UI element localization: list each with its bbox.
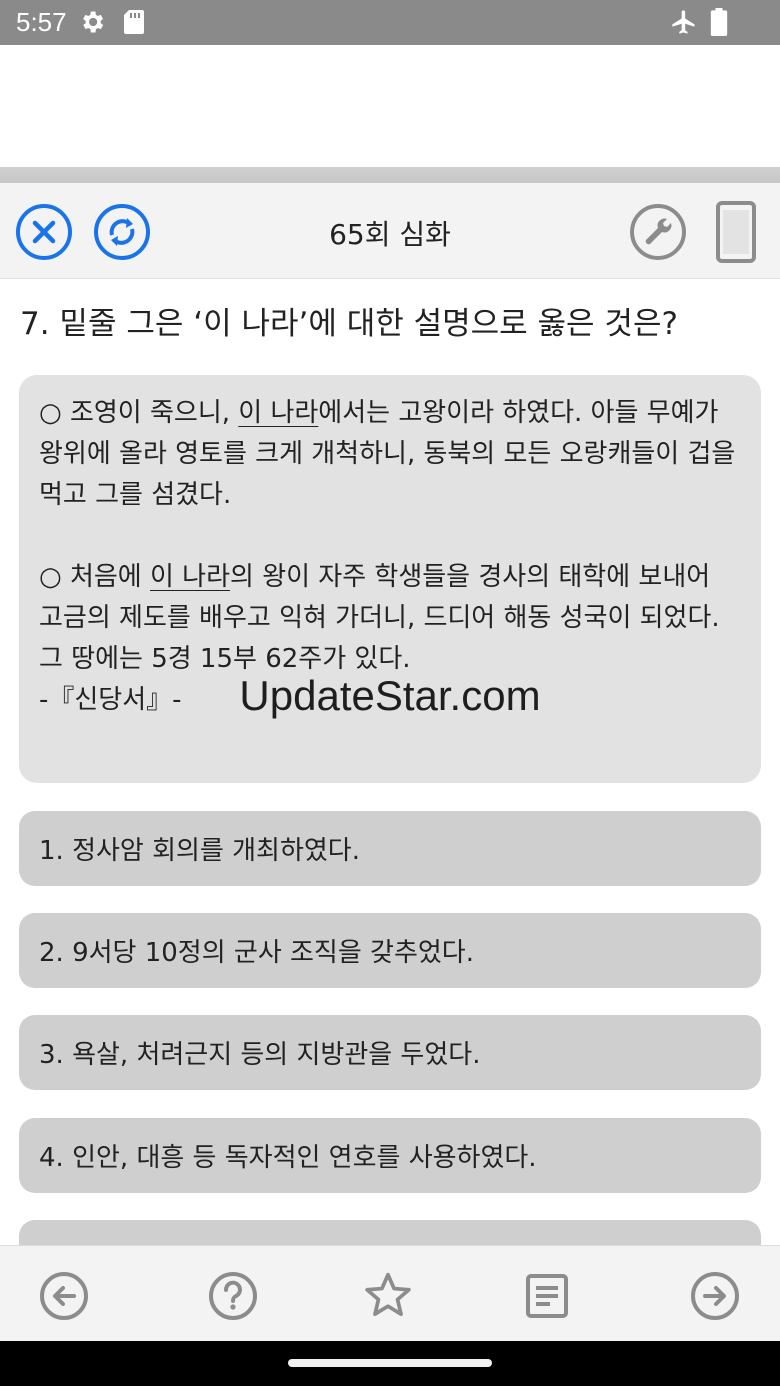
- close-button[interactable]: [15, 203, 73, 261]
- notes-icon: [526, 1274, 568, 1318]
- passage-source: -『신당서』-: [39, 685, 182, 715]
- divider-band: [0, 167, 780, 183]
- previous-button[interactable]: [38, 1270, 90, 1322]
- notes-button[interactable]: [521, 1270, 573, 1322]
- answer-option-3[interactable]: 3. 욕살, 처려근지 등의 지방관을 두었다.: [19, 1015, 761, 1090]
- passage-paragraph-2: ○ 처음에 이 나라의 왕이 자주 학생들을 경사의 태학에 보내어 고금의 제…: [39, 557, 741, 680]
- option-label: 1. 정사암 회의를 개최하였다.: [39, 836, 360, 866]
- phone-icon: [716, 201, 756, 263]
- battery-icon: [708, 8, 730, 40]
- status-bar: 5:57: [0, 0, 780, 45]
- underlined-phrase: 이 나라: [149, 562, 231, 592]
- refresh-button[interactable]: [93, 203, 151, 261]
- answer-option-2[interactable]: 2. 9서당 10정의 군사 조직을 갖추었다.: [19, 913, 761, 988]
- screen-orientation-button[interactable]: [707, 201, 765, 263]
- home-indicator[interactable]: [288, 1359, 492, 1367]
- blank-header-area: [0, 45, 780, 167]
- status-time: 5:57: [16, 7, 67, 37]
- settings-icon: [78, 8, 106, 40]
- star-icon: [365, 1272, 411, 1316]
- app-toolbar: 65회 심화: [0, 183, 780, 279]
- bottom-nav: [0, 1245, 780, 1341]
- close-icon: [16, 204, 72, 260]
- option-label: 4. 인안, 대흥 등 독자적인 연호를 사용하였다.: [39, 1143, 537, 1173]
- underlined-phrase: 이 나라: [238, 398, 319, 428]
- question-text: 7. 밑줄 그은 ‘이 나라’에 대한 설명으로 옳은 것은?: [20, 306, 678, 342]
- sd-card-icon: [122, 8, 146, 40]
- option-label: 3. 욕살, 처려근지 등의 지방관을 두었다.: [39, 1040, 481, 1070]
- forward-arrow-icon: [691, 1272, 739, 1320]
- exam-title: 65회 심화: [329, 218, 451, 251]
- refresh-icon: [94, 204, 150, 260]
- passage-box: ○ 조영이 죽으니, 이 나라에서는 고왕이라 하였다. 아들 무예가 왕위에 …: [19, 375, 761, 783]
- back-arrow-icon: [40, 1272, 88, 1320]
- passage-text: ○ 처음에: [39, 562, 150, 592]
- option-label: 2. 9서당 10정의 군사 조직을 갖추었다.: [39, 938, 474, 968]
- next-button[interactable]: [689, 1270, 741, 1322]
- passage-paragraph-1: ○ 조영이 죽으니, 이 나라에서는 고왕이라 하였다. 아들 무예가 왕위에 …: [39, 393, 741, 516]
- help-icon: [209, 1272, 257, 1320]
- passage-text: ○ 조영이 죽으니,: [39, 398, 239, 428]
- settings-wrench-button[interactable]: [629, 203, 687, 261]
- help-button[interactable]: [207, 1270, 259, 1322]
- answer-option-1[interactable]: 1. 정사암 회의를 개최하였다.: [19, 811, 761, 886]
- wrench-icon: [630, 204, 686, 260]
- airplane-mode-icon: [670, 8, 698, 40]
- system-gesture-bar: [0, 1341, 780, 1386]
- answer-option-4[interactable]: 4. 인안, 대흥 등 독자적인 연호를 사용하였다.: [19, 1118, 761, 1193]
- bookmark-button[interactable]: [362, 1270, 414, 1322]
